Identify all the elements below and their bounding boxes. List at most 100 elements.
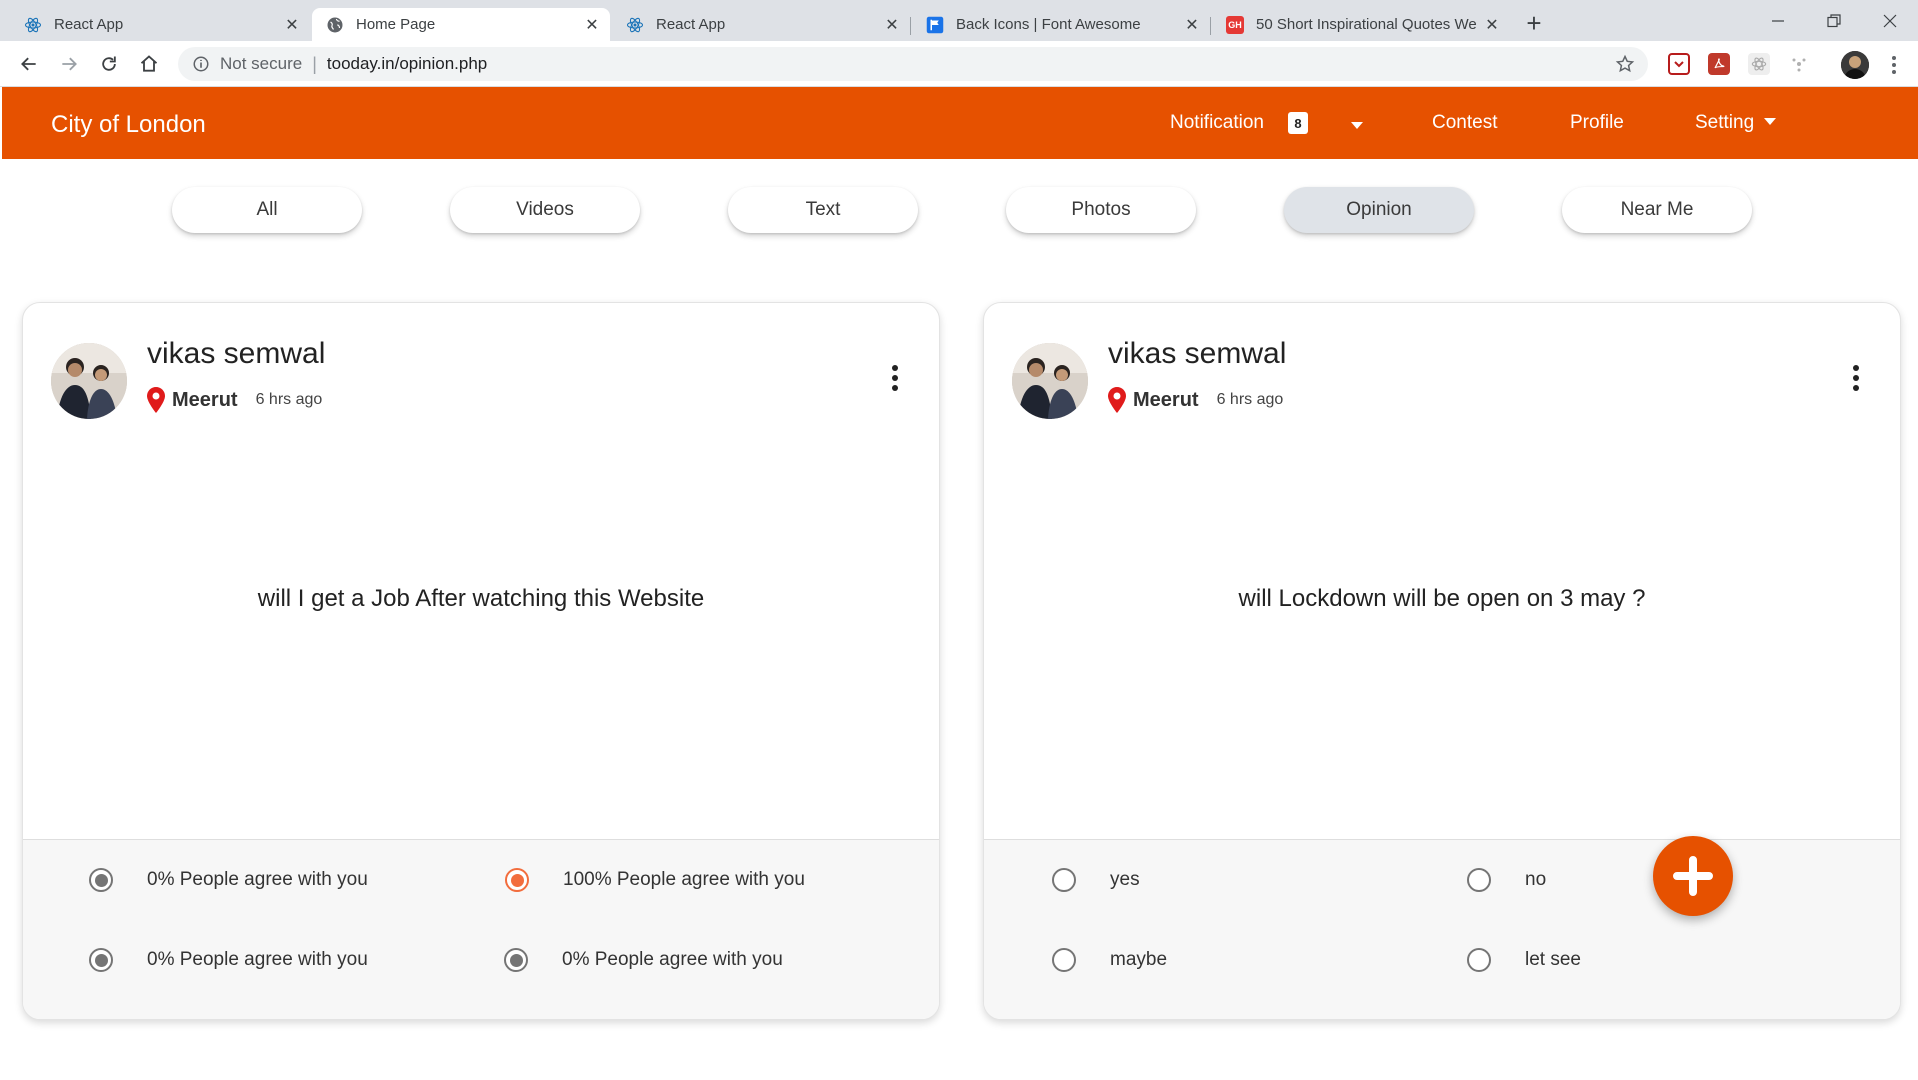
poll-option[interactable]: 100% People agree with you: [505, 868, 805, 892]
star-icon[interactable]: [1614, 53, 1636, 75]
option-label: 0% People agree with you: [147, 869, 368, 890]
radio-button[interactable]: [1467, 868, 1491, 892]
radio-button[interactable]: [1052, 948, 1076, 972]
minimize-icon[interactable]: [1750, 0, 1806, 41]
radio-button[interactable]: [1467, 948, 1491, 972]
brand-title[interactable]: City of London: [51, 111, 206, 139]
location-text: Meerut: [172, 388, 238, 411]
info-icon[interactable]: [190, 53, 212, 75]
poll-option[interactable]: 0% People agree with you: [504, 948, 783, 972]
close-icon[interactable]: ✕: [582, 15, 602, 35]
opinion-card: vikas semwal Meerut 6 hrs ago will Lockd…: [983, 302, 1901, 1020]
address-divider: |: [312, 53, 317, 74]
browser-tab[interactable]: React App ✕: [612, 8, 910, 41]
poll-option[interactable]: no: [1467, 868, 1546, 892]
browser-tab-active[interactable]: Home Page ✕: [312, 8, 610, 41]
poll-option[interactable]: yes: [1052, 868, 1140, 892]
timestamp: 6 hrs ago: [255, 391, 323, 408]
option-label: yes: [1110, 869, 1140, 890]
timestamp: 6 hrs ago: [1216, 391, 1284, 408]
security-label: Not secure: [220, 54, 303, 73]
author-name[interactable]: vikas semwal: [1108, 337, 1286, 371]
close-icon[interactable]: ✕: [1182, 15, 1202, 35]
react-devtools-icon[interactable]: [1748, 53, 1770, 75]
map-marker-icon: [147, 387, 165, 413]
address-bar[interactable]: Not secure | tooday.in/opinion.php: [178, 47, 1648, 81]
browser-menu-icon[interactable]: [1884, 53, 1904, 77]
opinion-question: will I get a Job After watching this Web…: [257, 585, 705, 612]
radio-button[interactable]: [89, 948, 113, 972]
filter-videos[interactable]: Videos: [450, 187, 640, 233]
filter-opinion[interactable]: Opinion: [1284, 187, 1474, 233]
tab-separator: [910, 17, 911, 35]
poll-option[interactable]: 0% People agree with you: [89, 868, 368, 892]
browser-tab[interactable]: GH 50 Short Inspirational Quotes We ✕: [1212, 8, 1510, 41]
caret-down-icon: [1351, 122, 1363, 129]
plus-icon: [1673, 856, 1713, 896]
opinion-card: vikas semwal Meerut 6 hrs ago will I get…: [22, 302, 940, 1020]
filter-near-me[interactable]: Near Me: [1562, 187, 1752, 233]
notification-nav-item[interactable]: Notification 8: [1170, 112, 1308, 134]
option-label: no: [1525, 869, 1547, 890]
restore-icon[interactable]: [1806, 0, 1862, 41]
location-text: Meerut: [1133, 388, 1199, 411]
filter-text[interactable]: Text: [728, 187, 918, 233]
poll-options: yes no maybe let see: [984, 839, 1900, 1019]
pdf-extension-icon[interactable]: [1708, 53, 1730, 75]
reload-icon[interactable]: [94, 49, 124, 79]
browser-tab[interactable]: Back Icons | Font Awesome ✕: [912, 8, 1210, 41]
window-close-icon[interactable]: [1862, 0, 1918, 41]
close-icon[interactable]: ✕: [1482, 15, 1502, 35]
notification-dropdown-toggle[interactable]: [1351, 122, 1363, 129]
react-icon: [24, 16, 42, 34]
more-options-icon[interactable]: [889, 365, 901, 391]
avatar[interactable]: [51, 343, 127, 419]
tab-title: React App: [54, 16, 124, 33]
radio-button[interactable]: [504, 948, 528, 972]
flag-icon: [926, 16, 944, 34]
author-name[interactable]: vikas semwal: [147, 337, 325, 371]
filter-photos[interactable]: Photos: [1006, 187, 1196, 233]
setting-dropdown[interactable]: Setting: [1695, 112, 1777, 134]
radio-button[interactable]: [505, 868, 529, 892]
gh-icon: GH: [1226, 15, 1244, 34]
forward-icon[interactable]: [54, 49, 84, 79]
tab-title: Home Page: [356, 16, 436, 33]
pocket-extension-icon[interactable]: [1668, 53, 1690, 75]
option-label: 0% People agree with you: [562, 949, 783, 970]
poll-option[interactable]: 0% People agree with you: [89, 948, 368, 972]
contest-nav-link[interactable]: Contest: [1432, 112, 1497, 134]
poll-option[interactable]: maybe: [1052, 948, 1167, 972]
post-meta: Meerut 6 hrs ago: [147, 387, 322, 413]
setting-label: Setting: [1695, 112, 1755, 133]
opinion-question: will Lockdown will be open on 3 may ?: [1238, 585, 1646, 612]
poll-option[interactable]: let see: [1467, 948, 1581, 972]
close-icon[interactable]: ✕: [282, 15, 302, 35]
notification-label: Notification: [1170, 112, 1264, 133]
url-text[interactable]: tooday.in/opinion.php: [327, 54, 487, 74]
close-icon[interactable]: ✕: [882, 15, 902, 35]
tab-separator: [1210, 17, 1211, 35]
profile-avatar[interactable]: [1841, 51, 1869, 79]
extension-icon[interactable]: [1788, 53, 1810, 75]
profile-nav-link[interactable]: Profile: [1570, 112, 1624, 134]
filter-all[interactable]: All: [172, 187, 362, 233]
globe-icon: [326, 16, 344, 34]
react-icon: [626, 16, 644, 34]
browser-toolbar: Not secure | tooday.in/opinion.php: [0, 41, 1918, 87]
app-navbar: City of London Notification 8 Contest Pr…: [2, 87, 1918, 159]
browser-tab[interactable]: React App ✕: [10, 8, 310, 41]
option-label: 0% People agree with you: [147, 949, 368, 970]
tab-title: Back Icons | Font Awesome: [956, 16, 1141, 33]
poll-options: 0% People agree with you 100% People agr…: [23, 839, 939, 1019]
radio-button[interactable]: [89, 868, 113, 892]
home-icon[interactable]: [134, 49, 164, 79]
option-label: let see: [1525, 949, 1581, 970]
more-options-icon[interactable]: [1850, 365, 1862, 391]
profile-label: Profile: [1570, 112, 1624, 133]
add-post-button[interactable]: [1653, 836, 1733, 916]
avatar[interactable]: [1012, 343, 1088, 419]
radio-button[interactable]: [1052, 868, 1076, 892]
back-icon[interactable]: [14, 49, 44, 79]
new-tab-button[interactable]: +: [1517, 6, 1551, 40]
